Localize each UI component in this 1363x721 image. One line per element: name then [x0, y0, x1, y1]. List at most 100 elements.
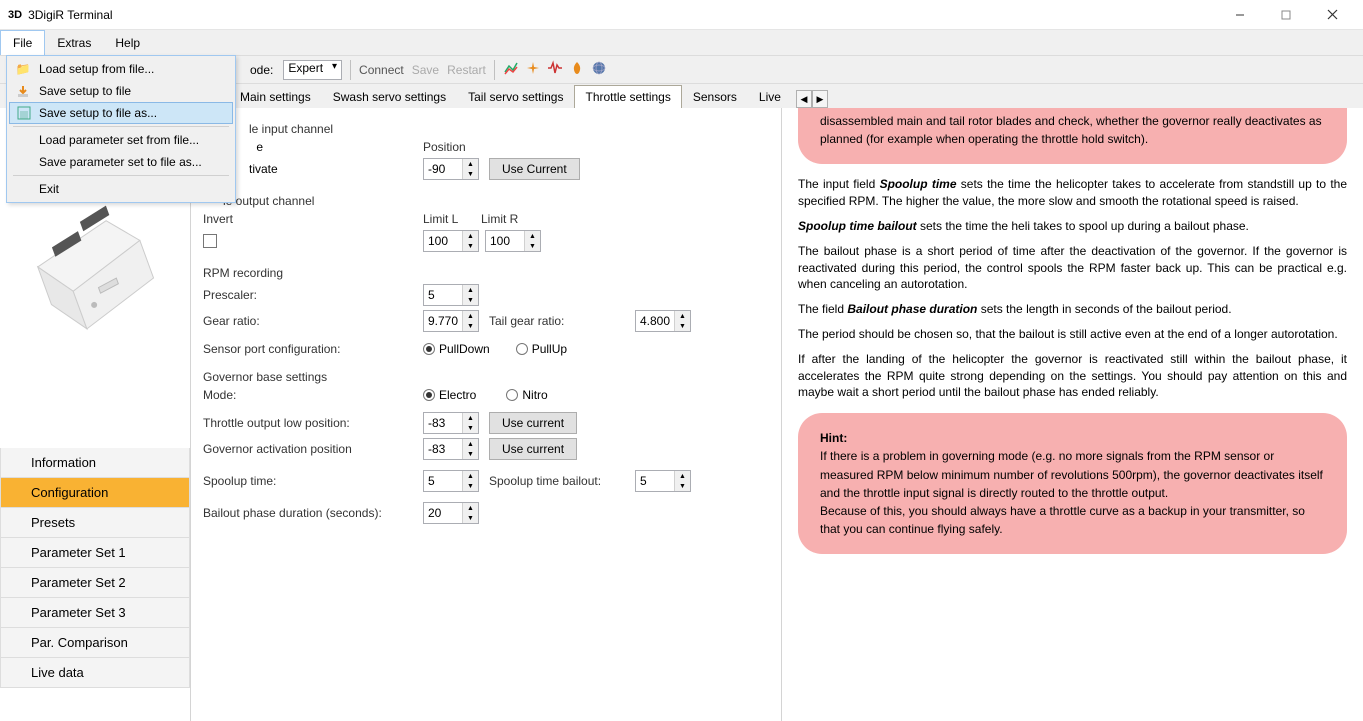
electro-radio[interactable]: Electro: [423, 388, 476, 402]
tab-swash-servo[interactable]: Swash servo settings: [322, 85, 457, 108]
toolbar-separator: [350, 60, 351, 80]
nav-presets[interactable]: Presets: [0, 508, 190, 538]
prescaler-input[interactable]: ▲▼: [423, 284, 479, 306]
bailout-dur-label: Bailout phase duration (seconds):: [203, 506, 382, 520]
invert-checkbox[interactable]: [203, 234, 217, 248]
sparkle-icon[interactable]: [525, 60, 541, 79]
hint-title: Hint:: [820, 431, 847, 445]
gear-ratio-label: Gear ratio:: [203, 314, 260, 328]
menu-help[interactable]: Help: [103, 30, 152, 55]
menu-save-param[interactable]: Save parameter set to file as...: [9, 151, 233, 173]
use-current-button-1[interactable]: Use current: [489, 412, 577, 434]
mode-select[interactable]: Expert: [283, 60, 342, 80]
gov-activ-input[interactable]: ▲▼: [423, 438, 479, 460]
nav-param1[interactable]: Parameter Set 1: [0, 538, 190, 568]
group-governor: Governor base settings: [203, 370, 769, 384]
position-label: Position: [423, 140, 466, 154]
folder-icon: 📁: [15, 61, 31, 77]
save-as-icon: [16, 105, 32, 121]
spin-up-icon[interactable]: ▲: [463, 159, 478, 169]
tail-gear-ratio-label: Tail gear ratio:: [489, 314, 564, 328]
tab-tail-servo[interactable]: Tail servo settings: [457, 85, 574, 108]
file-dropdown: 📁 Load setup from file... Save setup to …: [6, 55, 236, 203]
prescaler-label: Prescaler:: [203, 288, 257, 302]
mode-label2: Mode:: [203, 388, 236, 402]
hint-box: Hint: If there is a problem in governing…: [798, 413, 1347, 554]
limit-l-input[interactable]: ▲▼: [423, 230, 479, 252]
globe-icon[interactable]: [591, 60, 607, 79]
nav-param2[interactable]: Parameter Set 2: [0, 568, 190, 598]
spoolup-input[interactable]: ▲▼: [423, 470, 479, 492]
menu-save-setup[interactable]: Save setup to file: [9, 80, 233, 102]
menu-separator: [13, 175, 229, 176]
menu-save-setup-as[interactable]: Save setup to file as...: [9, 102, 233, 124]
help-para: Spoolup time bailout sets the time the h…: [798, 218, 1347, 235]
minimize-button[interactable]: [1217, 0, 1263, 30]
restart-button[interactable]: Restart: [447, 63, 486, 77]
tab-throttle[interactable]: Throttle settings: [574, 85, 681, 108]
group-input-channel: le input channel: [249, 122, 769, 136]
help-para: The period should be chosen so, that the…: [798, 326, 1347, 343]
limit-r-input[interactable]: ▲▼: [485, 230, 541, 252]
menu-separator: [13, 126, 229, 127]
nitro-radio[interactable]: Nitro: [506, 388, 547, 402]
tab-main-settings[interactable]: Main settings: [229, 85, 322, 108]
save-button[interactable]: Save: [412, 63, 439, 77]
throttle-low-input[interactable]: ▲▼: [423, 412, 479, 434]
chart-icon[interactable]: [503, 60, 519, 79]
sensor-port-label: Sensor port configuration:: [203, 342, 340, 356]
content: le input channel e Position tivate ▲▼ Us…: [190, 108, 1363, 721]
throttle-low-label: Throttle output low position:: [203, 416, 350, 430]
pulldown-radio[interactable]: PullDown: [423, 342, 490, 356]
bailout-dur-input[interactable]: ▲▼: [423, 502, 479, 524]
dd-label: Exit: [39, 182, 59, 196]
use-current-button[interactable]: Use Current: [489, 158, 580, 180]
flame-icon[interactable]: [569, 60, 585, 79]
connect-button[interactable]: Connect: [359, 63, 404, 77]
spoolup-bailout-input[interactable]: ▲▼: [635, 470, 691, 492]
nav-param3[interactable]: Parameter Set 3: [0, 598, 190, 628]
help-para: The field Bailout phase duration sets th…: [798, 301, 1347, 318]
spin-down-icon[interactable]: ▼: [463, 169, 478, 179]
label-partial-e: e: [249, 140, 423, 154]
menu-exit[interactable]: Exit: [9, 178, 233, 200]
help-para: The bailout phase is a short period of t…: [798, 243, 1347, 293]
nav-information[interactable]: Information: [0, 448, 190, 478]
group-output-channel: le output channel: [223, 194, 769, 208]
tab-scroll-left[interactable]: ◀: [796, 90, 812, 108]
help-para: If after the landing of the helicopter t…: [798, 351, 1347, 401]
warning-box: disassembled main and tail rotor blades …: [798, 108, 1347, 164]
title-bar: 3D 3DigiR Terminal: [0, 0, 1363, 30]
tab-scroll-right[interactable]: ▶: [812, 90, 828, 108]
help-panel: disassembled main and tail rotor blades …: [781, 108, 1363, 721]
position-input[interactable]: ▲▼: [423, 158, 479, 180]
hint-body: If there is a problem in governing mode …: [820, 449, 1323, 499]
invert-label: Invert: [203, 212, 233, 226]
tab-sensors[interactable]: Sensors: [682, 85, 748, 108]
nav-comparison[interactable]: Par. Comparison: [0, 628, 190, 658]
menu-load-param[interactable]: Load parameter set from file...: [9, 129, 233, 151]
gear-ratio-input[interactable]: ▲▼: [423, 310, 479, 332]
use-current-button-2[interactable]: Use current: [489, 438, 577, 460]
limit-l-label: Limit L: [423, 212, 458, 226]
pulse-icon[interactable]: [547, 60, 563, 79]
warning-text: disassembled main and tail rotor blades …: [820, 114, 1322, 146]
menu-load-setup[interactable]: 📁 Load setup from file...: [9, 58, 233, 80]
dd-label: Load parameter set from file...: [39, 133, 199, 147]
limit-r-label: Limit R: [481, 212, 518, 226]
close-button[interactable]: [1309, 0, 1355, 30]
nav-configuration[interactable]: Configuration: [0, 478, 190, 508]
menu-bar: File Extras Help 📁 Load setup from file.…: [0, 30, 1363, 56]
dd-label: Save setup to file as...: [39, 106, 157, 120]
app-logo: 3D: [8, 9, 22, 21]
menu-file[interactable]: File: [0, 30, 45, 55]
tail-gear-ratio-input[interactable]: ▲▼: [635, 310, 691, 332]
nav-list: Information Configuration Presets Parame…: [0, 448, 190, 688]
window-title: 3DigiR Terminal: [28, 8, 1217, 22]
pullup-radio[interactable]: PullUp: [516, 342, 567, 356]
nav-livedata[interactable]: Live data: [0, 658, 190, 688]
help-para: The input field Spoolup time sets the ti…: [798, 176, 1347, 210]
menu-extras[interactable]: Extras: [45, 30, 103, 55]
tab-live[interactable]: Live: [748, 85, 792, 108]
maximize-button[interactable]: [1263, 0, 1309, 30]
